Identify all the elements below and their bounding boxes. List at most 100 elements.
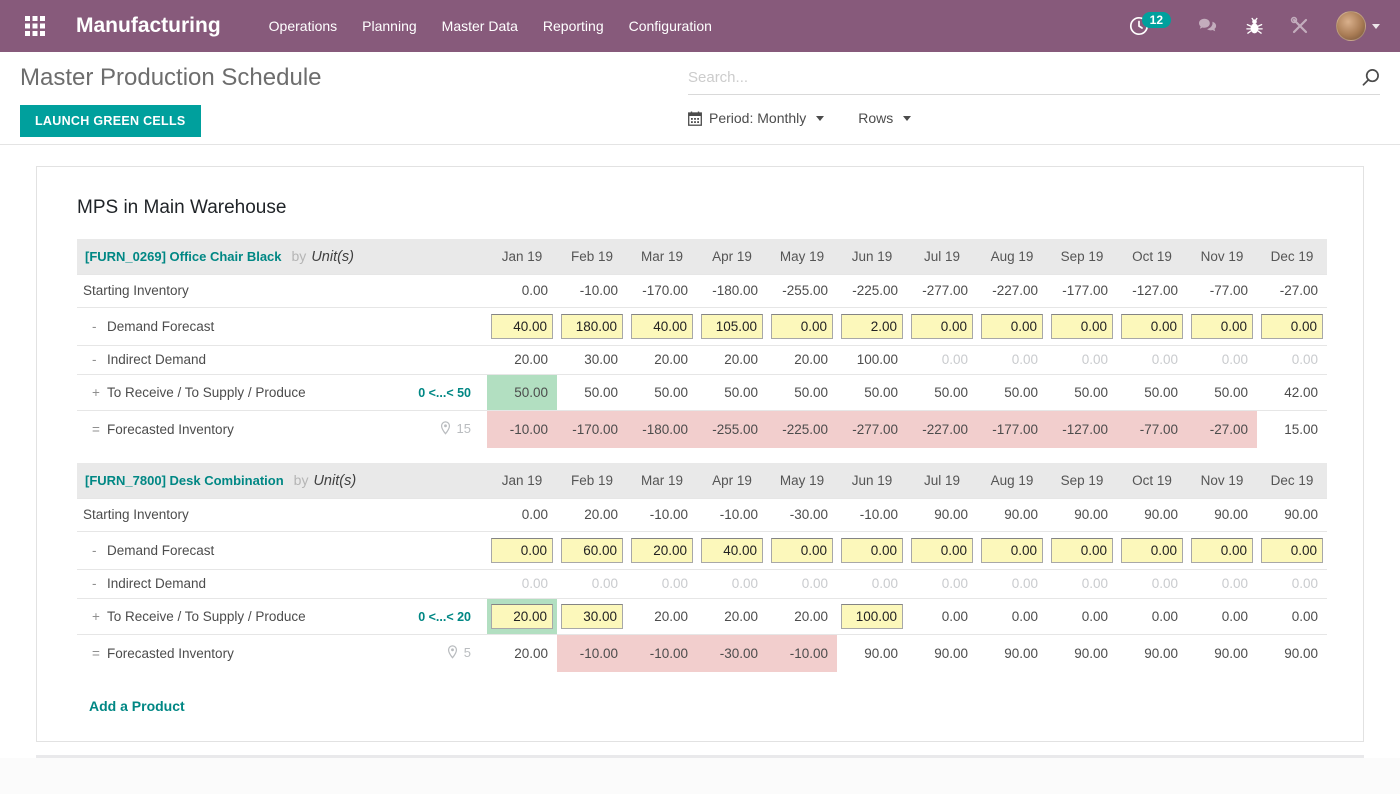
mps-cell-forecasted: 90.00 xyxy=(1047,634,1117,672)
mps-cell-to_receive: 0.00 xyxy=(1117,598,1187,634)
mps-cell-demand xyxy=(1187,531,1257,569)
add-product-link[interactable]: Add a Product xyxy=(89,698,185,714)
month-header: Jan 19 xyxy=(487,463,557,498)
mps-cell-forecasted: -10.00 xyxy=(767,634,837,672)
mps-cell-input[interactable] xyxy=(911,538,973,563)
product-header-row: [FURN_7800] Desk CombinationbyUnit(s)Jan… xyxy=(77,463,1327,498)
mps-cell-input[interactable] xyxy=(1121,314,1183,339)
search-input[interactable] xyxy=(688,69,1361,86)
mps-cell-input[interactable] xyxy=(701,314,763,339)
mps-cell-input[interactable] xyxy=(981,538,1043,563)
mps-cell-starting: -10.00 xyxy=(837,498,907,531)
mps-cell-demand xyxy=(557,307,627,345)
mps-cell-input[interactable] xyxy=(1191,314,1253,339)
row-label-text: Demand Forecast xyxy=(107,319,214,334)
product-link[interactable]: [FURN_0269] Office Chair Black xyxy=(85,249,282,264)
row-meta-demand xyxy=(377,531,487,569)
period-filter-button[interactable]: Period: Monthly xyxy=(688,110,824,126)
rows-filter-button[interactable]: Rows xyxy=(858,110,911,126)
mps-cell-input[interactable] xyxy=(631,538,693,563)
user-avatar xyxy=(1336,11,1366,41)
app-name[interactable]: Manufacturing xyxy=(76,14,221,38)
mps-cell-input[interactable] xyxy=(1051,538,1113,563)
mps-cell-input[interactable] xyxy=(1261,314,1323,339)
mps-cell-input[interactable] xyxy=(981,314,1043,339)
mps-cell-to_receive: 50.00 xyxy=(767,374,837,410)
menu-operations[interactable]: Operations xyxy=(269,14,337,38)
launch-green-cells-button[interactable]: LAUNCH GREEN CELLS xyxy=(20,105,201,137)
mps-cell-starting: -10.00 xyxy=(627,498,697,531)
activities-button[interactable]: 12 xyxy=(1123,16,1177,36)
mps-cell-input[interactable] xyxy=(771,314,833,339)
mps-cell-input[interactable] xyxy=(491,538,553,563)
month-header: Jan 19 xyxy=(487,239,557,274)
mps-cell-starting: -10.00 xyxy=(697,498,767,531)
mps-cell-input[interactable] xyxy=(771,538,833,563)
month-header: May 19 xyxy=(767,239,837,274)
mps-cell-starting: -27.00 xyxy=(1257,274,1327,307)
search-icon[interactable] xyxy=(1361,68,1380,87)
safety-stock-indicator: 15 xyxy=(440,421,471,436)
mps-cell-input[interactable] xyxy=(1261,538,1323,563)
mps-cell-input[interactable] xyxy=(561,538,623,563)
mps-cell-input[interactable] xyxy=(491,314,553,339)
chevron-down-icon xyxy=(816,116,824,121)
product-link[interactable]: [FURN_7800] Desk Combination xyxy=(85,473,284,488)
month-header: Feb 19 xyxy=(557,463,627,498)
chevron-down-icon xyxy=(903,116,911,121)
safety-stock-indicator: 5 xyxy=(447,645,471,660)
tools-button[interactable] xyxy=(1284,16,1316,36)
row-meta-to_receive: 0 <...< 20 xyxy=(377,598,487,634)
mps-cell-indirect: 0.00 xyxy=(1187,569,1257,598)
row-label-indirect: -Indirect Demand xyxy=(77,345,377,374)
replenish-range: 0 <...< 20 xyxy=(418,610,471,624)
mps-cell-demand xyxy=(1257,307,1327,345)
mps-cell-input[interactable] xyxy=(1121,538,1183,563)
mps-cell-input[interactable] xyxy=(491,604,553,629)
mps-cell-demand xyxy=(697,307,767,345)
mps-cell-input[interactable] xyxy=(1191,538,1253,563)
row-label-starting: Starting Inventory xyxy=(77,274,377,307)
mps-cell-input[interactable] xyxy=(1051,314,1113,339)
row-label-text: Forecasted Inventory xyxy=(107,646,234,661)
mps-cell-input[interactable] xyxy=(841,604,903,629)
mps-cell-input[interactable] xyxy=(841,314,903,339)
menu-master-data[interactable]: Master Data xyxy=(442,14,518,38)
mps-row-indirect: -Indirect Demand20.0030.0020.0020.0020.0… xyxy=(77,345,1327,374)
menu-configuration[interactable]: Configuration xyxy=(629,14,712,38)
mps-cell-demand xyxy=(977,307,1047,345)
row-label-text: Starting Inventory xyxy=(83,507,189,522)
mps-cell-input[interactable] xyxy=(701,538,763,563)
mps-cell-input[interactable] xyxy=(911,314,973,339)
apps-grid-icon[interactable] xyxy=(24,15,46,37)
product-cell: [FURN_0269] Office Chair BlackbyUnit(s) xyxy=(77,239,487,274)
mps-cell-forecasted: 90.00 xyxy=(1257,634,1327,672)
chat-icon xyxy=(1197,17,1219,35)
messages-button[interactable] xyxy=(1191,17,1225,35)
menu-reporting[interactable]: Reporting xyxy=(543,14,604,38)
mps-cell-to_receive xyxy=(487,598,557,634)
mps-cell-indirect: 0.00 xyxy=(557,569,627,598)
spacer-cell xyxy=(77,448,1327,463)
mps-cell-to_receive: 20.00 xyxy=(767,598,837,634)
mps-cell-demand xyxy=(837,531,907,569)
mps-cell-input[interactable] xyxy=(561,604,623,629)
month-header: Nov 19 xyxy=(1187,239,1257,274)
mps-cell-indirect: 30.00 xyxy=(557,345,627,374)
debug-button[interactable] xyxy=(1239,17,1270,36)
month-header: Dec 19 xyxy=(1257,463,1327,498)
mps-cell-input[interactable] xyxy=(841,538,903,563)
mps-cell-input[interactable] xyxy=(561,314,623,339)
mps-cell-forecasted: -127.00 xyxy=(1047,410,1117,448)
user-menu[interactable] xyxy=(1330,11,1386,41)
mps-cell-input[interactable] xyxy=(631,314,693,339)
mps-cell-forecasted: -177.00 xyxy=(977,410,1047,448)
spacer-row xyxy=(77,448,1327,463)
row-meta-starting xyxy=(377,274,487,307)
row-label-text: Indirect Demand xyxy=(107,352,206,367)
mps-cell-starting: 90.00 xyxy=(977,498,1047,531)
menu-planning[interactable]: Planning xyxy=(362,14,417,38)
mps-cell-demand xyxy=(1047,307,1117,345)
mps-cell-demand xyxy=(907,307,977,345)
uom-label: Unit(s) xyxy=(311,249,354,265)
